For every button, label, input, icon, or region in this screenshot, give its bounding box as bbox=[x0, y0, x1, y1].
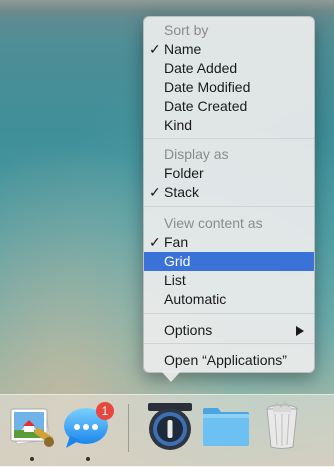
menu-item-view-grid[interactable]: Grid bbox=[144, 252, 314, 271]
menu-separator bbox=[144, 313, 314, 314]
menu-item-view-fan[interactable]: ✓ Fan bbox=[144, 233, 314, 252]
menu-item-options[interactable]: Options bbox=[144, 321, 314, 340]
applications-stack-context-menu: Sort by ✓ Name Date Added Date Modified … bbox=[143, 16, 315, 373]
menu-header-view-content-as: View content as bbox=[164, 215, 263, 231]
checkmark-icon: ✓ bbox=[149, 41, 161, 57]
menu-item-sort-kind[interactable]: Kind bbox=[144, 116, 314, 135]
menu-header-sort-by: Sort by bbox=[164, 22, 209, 38]
applications-folder-icon[interactable] bbox=[200, 400, 252, 452]
trash-icon[interactable] bbox=[256, 400, 308, 452]
menu-item-sort-date-created[interactable]: Date Created bbox=[144, 97, 314, 116]
menu-separator bbox=[144, 138, 314, 139]
checkmark-icon: ✓ bbox=[149, 184, 161, 200]
menu-item-label: Stack bbox=[164, 184, 200, 200]
menu-pointer-arrow bbox=[161, 371, 181, 382]
menu-item-display-stack[interactable]: ✓ Stack bbox=[144, 183, 314, 202]
menu-item-open-applications[interactable]: Open “Applications” bbox=[144, 351, 314, 370]
menu-item-sort-date-modified[interactable]: Date Modified bbox=[144, 78, 314, 97]
menu-item-label: Name bbox=[164, 41, 202, 57]
menu-separator bbox=[144, 343, 314, 344]
menu-item-label: Fan bbox=[164, 234, 189, 250]
menu-item-display-folder[interactable]: Folder bbox=[144, 164, 314, 183]
menu-item-label: Options bbox=[164, 322, 213, 338]
menu-item-view-list[interactable]: List bbox=[144, 271, 314, 290]
submenu-arrow-icon bbox=[296, 326, 304, 336]
menu-separator bbox=[144, 206, 314, 207]
dock-divider bbox=[128, 404, 129, 452]
checkmark-icon: ✓ bbox=[149, 234, 161, 250]
menu-item-sort-date-added[interactable]: Date Added bbox=[144, 59, 314, 78]
menu-header-display-as: Display as bbox=[164, 146, 229, 162]
menu-item-sort-name[interactable]: ✓ Name bbox=[144, 40, 314, 59]
running-indicator bbox=[86, 457, 90, 461]
1password-app-icon[interactable] bbox=[144, 400, 196, 452]
running-indicator bbox=[30, 457, 34, 461]
notification-badge: 1 bbox=[96, 402, 114, 420]
menu-item-view-automatic[interactable]: Automatic bbox=[144, 290, 314, 309]
preview-app-icon[interactable] bbox=[6, 400, 58, 452]
